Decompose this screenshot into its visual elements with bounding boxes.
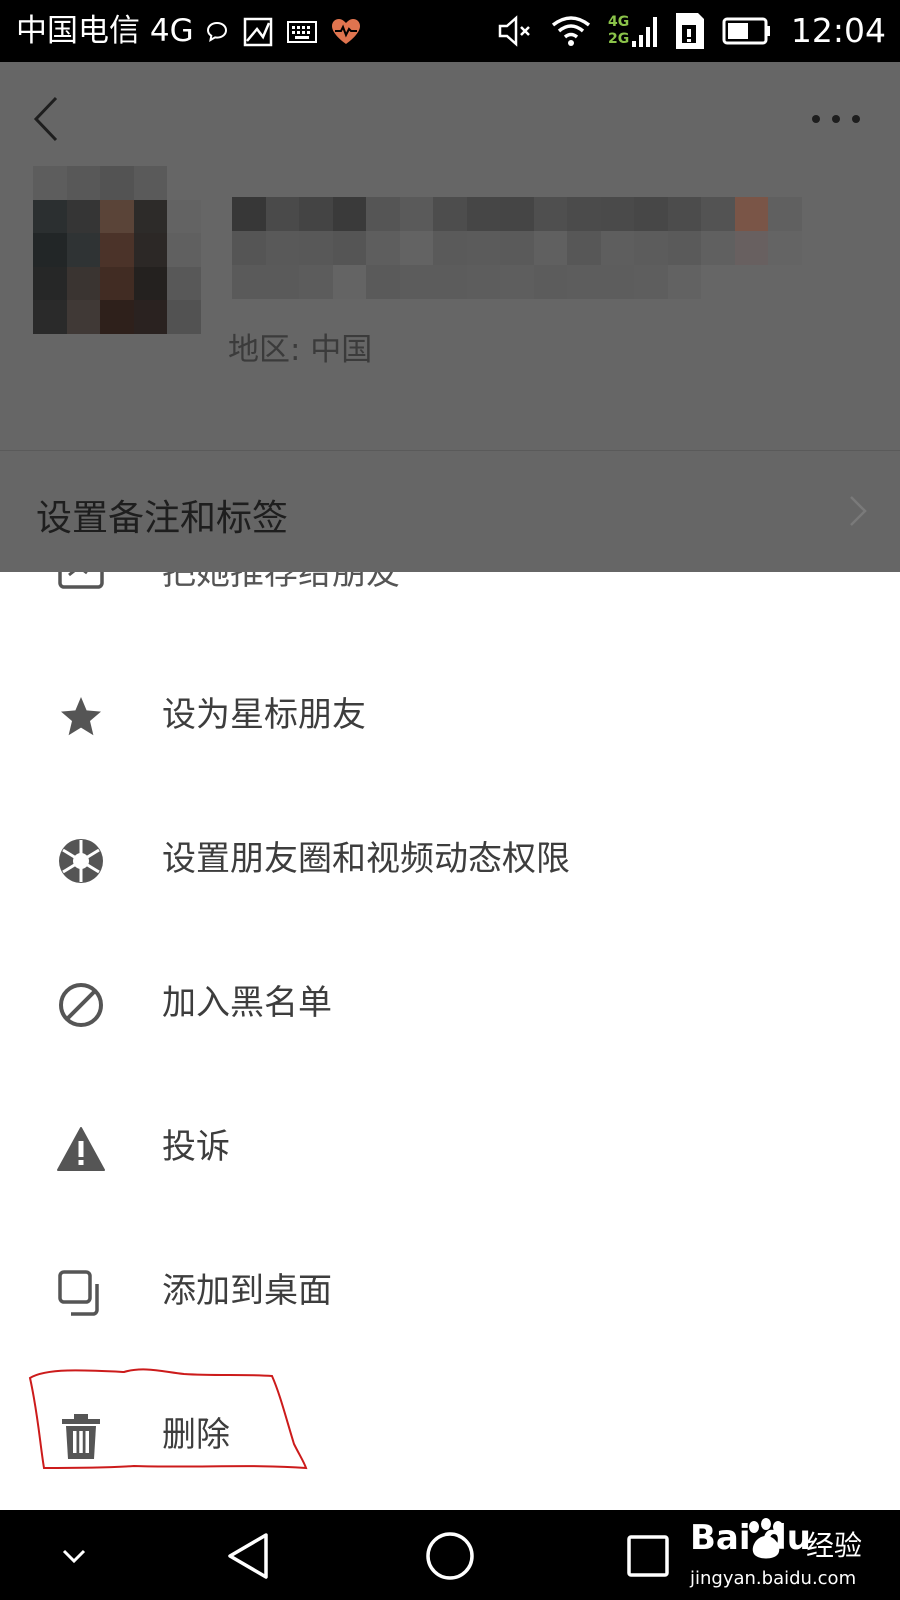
share-card-icon <box>56 572 106 594</box>
menu-item-delete[interactable]: 删除 <box>0 1364 900 1508</box>
nav-recents-button[interactable] <box>620 1528 676 1584</box>
sim-icon <box>676 13 705 49</box>
region-label: 地区: 中国 <box>228 332 373 368</box>
heart-rate-icon <box>332 19 360 44</box>
add-to-desktop-icon <box>56 1268 106 1318</box>
menu-label: 添加到桌面 <box>162 1271 332 1311</box>
menu-item-moments-permission[interactable]: 设置朋友圈和视频动态权限 <box>0 788 900 932</box>
back-button[interactable] <box>26 92 66 146</box>
more-dots-icon <box>812 115 860 123</box>
menu-item-add-to-desktop[interactable]: 添加到桌面 <box>0 1220 900 1364</box>
home-circle-icon <box>426 1532 474 1580</box>
aperture-icon <box>56 836 106 886</box>
chat-bubble-icon <box>206 21 228 42</box>
menu-label: 删除 <box>162 1415 230 1455</box>
block-icon <box>56 980 106 1030</box>
signal-icon <box>632 17 658 47</box>
battery-icon <box>722 17 771 45</box>
mute-icon <box>498 15 530 47</box>
chevron-right-icon <box>850 496 867 526</box>
system-icons: 4G 2G <box>498 8 772 54</box>
notification-icons <box>205 14 361 50</box>
back-chevron-icon <box>33 96 58 142</box>
action-sheet: 把她推荐给朋友 设为星标朋友 设置朋友圈和视频动态权限 加入黑名单 投诉 添加到… <box>0 572 900 1510</box>
navigation-bar: Bai du 经验 jingyan.baidu.com <box>0 1510 900 1600</box>
menu-item-report[interactable]: 投诉 <box>0 1076 900 1220</box>
hide-keyboard-button[interactable] <box>46 1528 102 1584</box>
hide-keyboard-icon <box>62 1549 86 1564</box>
status-bar: 中国电信 4G 4G 2G 12:04 <box>0 0 900 62</box>
baidu-jingyan-watermark: Bai du 经验 jingyan.baidu.com <box>686 1518 886 1594</box>
nav-home-button[interactable] <box>422 1528 478 1584</box>
wifi-icon <box>551 16 591 46</box>
more-options-button[interactable] <box>808 104 864 134</box>
profile-header: 地区: 中国 设置备注和标签 <box>0 62 900 572</box>
remark-tags-label: 设置备注和标签 <box>36 498 289 539</box>
trash-icon <box>56 1412 106 1462</box>
menu-label: 加入黑名单 <box>162 983 332 1023</box>
star-icon <box>56 692 106 742</box>
menu-item-recommend[interactable]: 把她推荐给朋友 <box>0 572 900 644</box>
menu-label: 投诉 <box>162 1127 230 1167</box>
nickname-mosaic <box>232 197 802 299</box>
network-type-top: 4G <box>608 14 630 30</box>
image-icon <box>243 17 273 47</box>
carrier-label: 中国电信 4G <box>16 13 194 49</box>
paw-icon <box>749 1518 783 1559</box>
watermark-product: 经验 <box>806 1529 863 1562</box>
back-triangle-icon <box>228 1533 268 1579</box>
warning-icon <box>56 1124 106 1174</box>
nav-back-button[interactable] <box>220 1528 276 1584</box>
watermark-url: jingyan.baidu.com <box>690 1568 857 1589</box>
avatar[interactable] <box>33 166 201 334</box>
menu-label: 设为星标朋友 <box>162 695 366 735</box>
network-type-bottom: 2G <box>608 31 630 47</box>
signal-indicator: 4G 2G <box>608 13 658 49</box>
recents-square-icon <box>627 1535 669 1577</box>
remark-tags-row[interactable]: 设置备注和标签 <box>0 451 900 572</box>
menu-item-blacklist[interactable]: 加入黑名单 <box>0 932 900 1076</box>
menu-label: 把她推荐给朋友 <box>162 572 400 593</box>
keyboard-icon <box>287 21 317 43</box>
clock: 12:04 <box>790 11 886 50</box>
menu-item-star[interactable]: 设为星标朋友 <box>0 644 900 788</box>
menu-label: 设置朋友圈和视频动态权限 <box>162 839 570 879</box>
